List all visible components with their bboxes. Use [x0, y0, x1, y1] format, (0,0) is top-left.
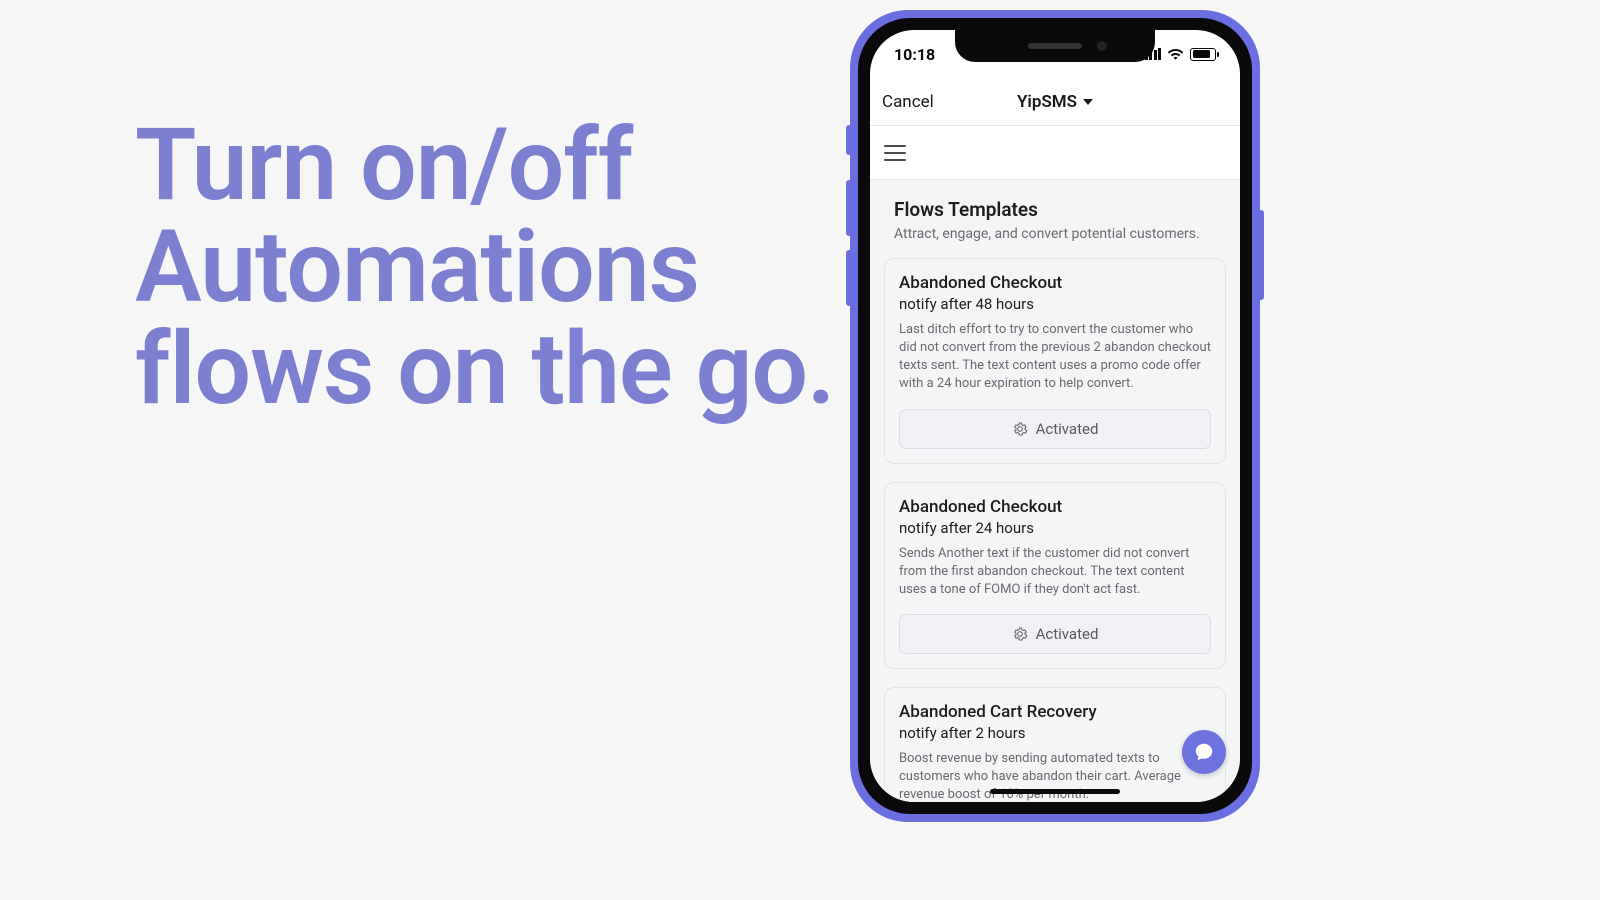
activated-label: Activated	[1036, 625, 1099, 643]
menu-icon[interactable]	[884, 145, 906, 161]
wifi-icon	[1167, 48, 1184, 61]
battery-icon	[1190, 48, 1216, 61]
chat-fab[interactable]	[1182, 730, 1226, 774]
flow-card-subtitle: notify after 48 hours	[899, 295, 1211, 313]
content-area[interactable]: Flows Templates Attract, engage, and con…	[870, 180, 1240, 802]
flow-card-description: Last ditch effort to try to convert the …	[899, 321, 1211, 393]
cellular-signal-icon	[1145, 48, 1162, 60]
marketing-headline: Turn on/off Automations flows on the go.	[135, 115, 835, 421]
flow-card-subtitle: notify after 2 hours	[899, 724, 1211, 742]
flow-card[interactable]: Abandoned Checkout notify after 24 hours…	[884, 482, 1226, 670]
gear-icon	[1012, 421, 1028, 437]
cancel-button[interactable]: Cancel	[882, 92, 934, 112]
activated-button[interactable]: Activated	[899, 409, 1211, 449]
flow-card-description: Sends Another text if the customer did n…	[899, 545, 1211, 599]
gear-icon	[1012, 626, 1028, 642]
phone-mockup: 10:18 Cancel YipSMS	[850, 10, 1260, 822]
chevron-down-icon	[1083, 99, 1093, 105]
flow-card-title: Abandoned Checkout	[899, 273, 1211, 293]
flow-card-description: Boost revenue by sending automated texts…	[899, 750, 1211, 802]
app-title-label: YipSMS	[1017, 92, 1077, 112]
section-subtitle: Attract, engage, and convert potential c…	[894, 225, 1216, 244]
home-indicator[interactable]	[990, 789, 1120, 794]
app-title-dropdown[interactable]: YipSMS	[1017, 92, 1093, 112]
app-nav-header: Cancel YipSMS	[870, 78, 1240, 126]
chat-icon	[1193, 741, 1215, 763]
flow-card-title: Abandoned Checkout	[899, 497, 1211, 517]
flow-card-subtitle: notify after 24 hours	[899, 519, 1211, 537]
status-bar: 10:18	[870, 30, 1240, 78]
activated-button[interactable]: Activated	[899, 614, 1211, 654]
phone-screen: 10:18 Cancel YipSMS	[870, 30, 1240, 802]
flow-card-title: Abandoned Cart Recovery	[899, 702, 1211, 722]
section-title: Flows Templates	[894, 198, 1222, 221]
flow-card[interactable]: Abandoned Cart Recovery notify after 2 h…	[884, 687, 1226, 802]
sub-toolbar	[870, 126, 1240, 180]
flow-card[interactable]: Abandoned Checkout notify after 48 hours…	[884, 258, 1226, 464]
activated-label: Activated	[1036, 420, 1099, 438]
status-time: 10:18	[894, 45, 935, 64]
